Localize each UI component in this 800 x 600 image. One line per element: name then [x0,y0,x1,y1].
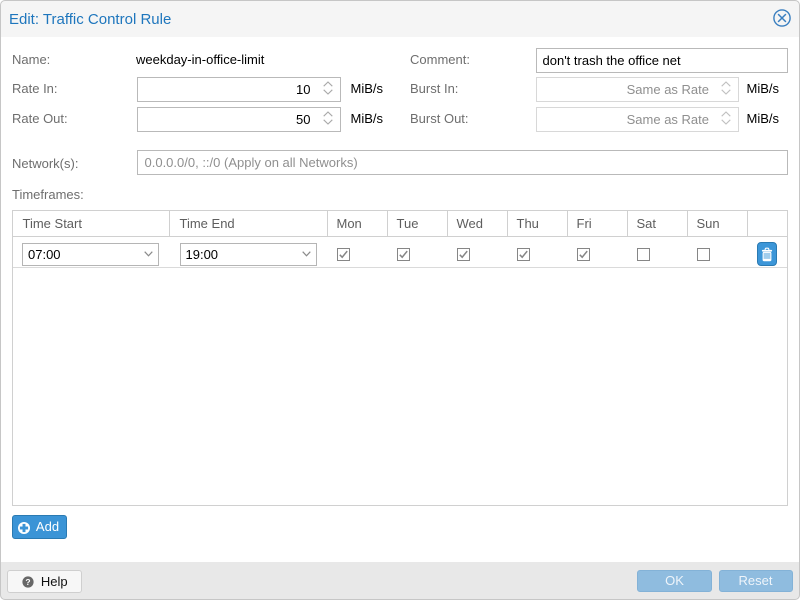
svg-text:?: ? [25,577,30,587]
